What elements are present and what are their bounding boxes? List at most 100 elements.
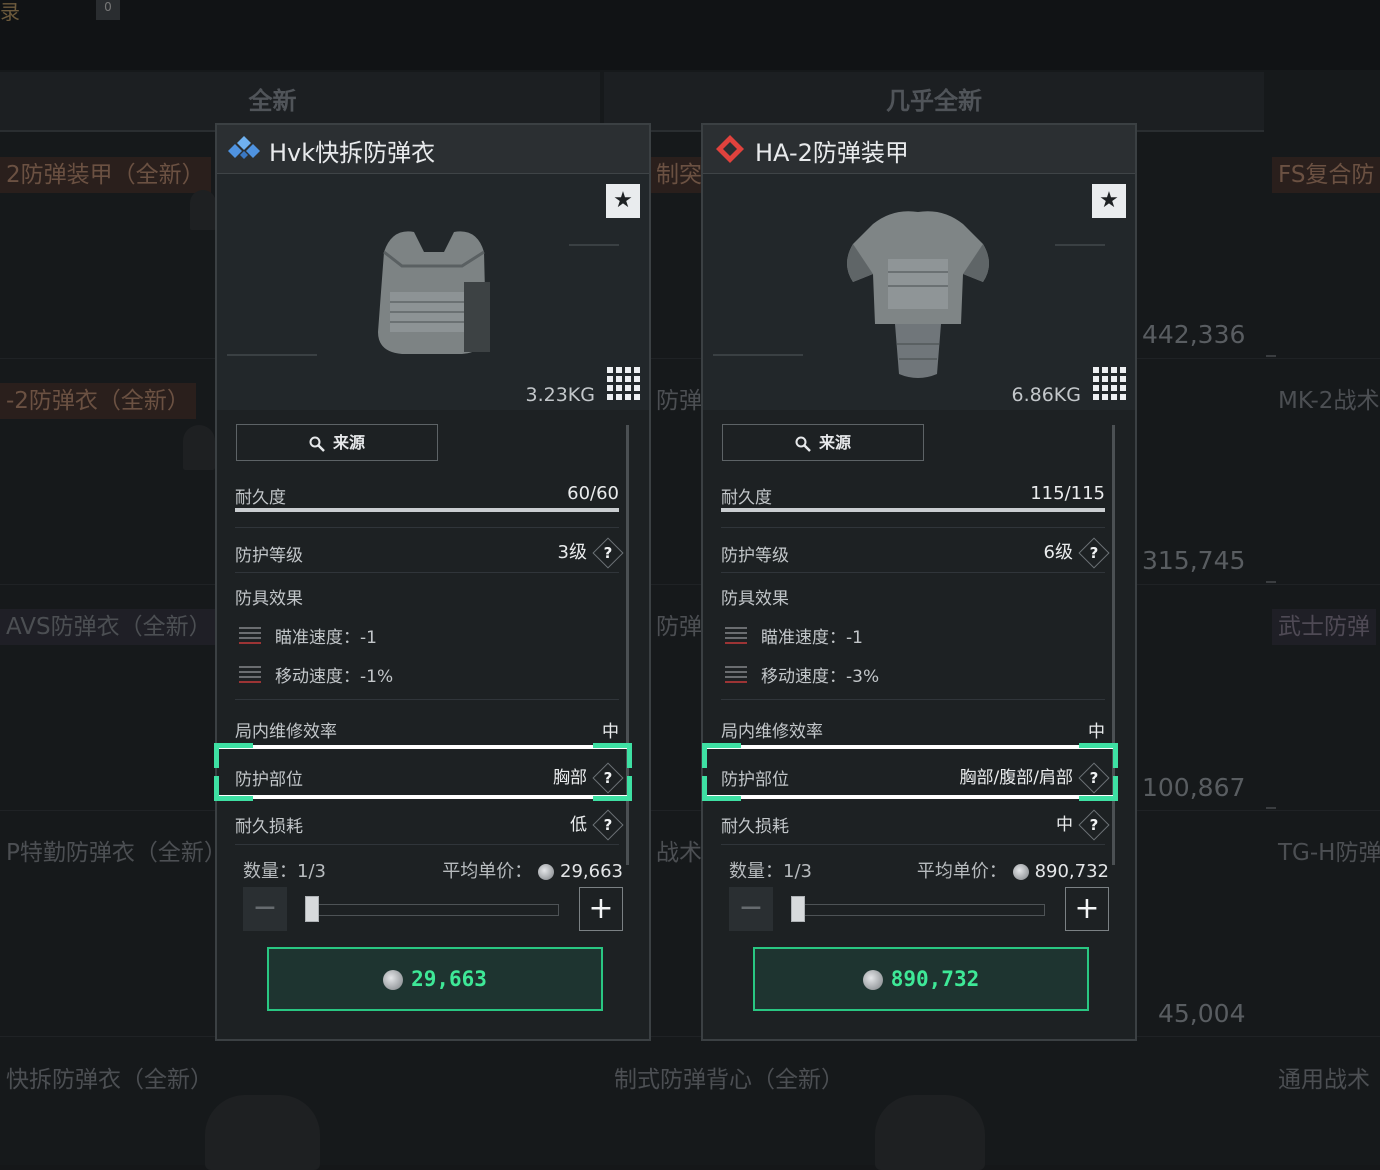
- source-button[interactable]: 来源: [722, 424, 924, 461]
- bg-item-label[interactable]: 战术: [650, 835, 702, 871]
- effect-aim-row: 瞄准速度：-1: [235, 623, 619, 648]
- debuff-icon: [725, 627, 747, 644]
- bg-item-label[interactable]: -2防弹衣（全新）: [0, 383, 196, 419]
- bg-item-label[interactable]: 武士防弹: [1272, 609, 1376, 645]
- shop-background: 录 0 全新 几乎全新 2防弹装甲（全新） -2防弹衣（全新） AVS防弹衣（全…: [0, 0, 1380, 1170]
- quantity-decrease-button[interactable]: −: [729, 887, 773, 931]
- debuff-icon: [725, 666, 747, 683]
- bg-item-label[interactable]: MK-2战术: [1272, 383, 1380, 419]
- quantity-slider[interactable]: [791, 904, 1045, 916]
- bg-item-label[interactable]: 快拆防弹衣（全新）: [0, 1062, 219, 1098]
- coin-icon: [383, 970, 404, 990]
- bg-price: 100,867: [1142, 773, 1246, 802]
- bg-item-label[interactable]: 制突击: [650, 157, 702, 193]
- buy-button[interactable]: 890,732: [753, 947, 1089, 1011]
- help-icon[interactable]: ?: [1078, 762, 1110, 794]
- protection-level-value: 3级: [557, 542, 587, 563]
- protection-level-value-wrap: 3级?: [557, 537, 624, 569]
- quantity-slider-thumb[interactable]: [305, 896, 319, 922]
- card-title-bar: Hvk快拆防弹衣: [217, 125, 649, 174]
- red-diamond-icon: [716, 135, 744, 163]
- divider: [721, 844, 1105, 845]
- top-bar-label: 录: [0, 0, 20, 24]
- item-weight: 3.23KG: [525, 384, 596, 406]
- effects-label: 防具效果: [721, 589, 789, 609]
- effect-move-row: 移动速度：-3%: [721, 662, 1105, 687]
- protection-area-row: 防护部位 胸部?: [235, 762, 624, 794]
- top-bar-badge: 0: [96, 0, 120, 20]
- protection-level-label: 防护等级: [235, 546, 303, 566]
- protection-level-row: 防护等级 6级?: [721, 537, 1110, 569]
- blue-diamonds-icon: [228, 136, 260, 159]
- favorite-star-button[interactable]: ★: [606, 184, 640, 218]
- help-icon[interactable]: ?: [592, 537, 624, 569]
- debuff-icon: [239, 666, 261, 683]
- effect-aim-text: 瞄准速度：-1: [275, 628, 377, 648]
- quantity-increase-button[interactable]: +: [1065, 887, 1109, 931]
- bg-item-label[interactable]: P特勤防弹衣（全新）: [0, 835, 233, 871]
- buy-price: 890,732: [890, 967, 980, 991]
- repair-label: 局内维修效率: [721, 722, 823, 742]
- divider: [235, 527, 619, 528]
- item-weight: 6.86KG: [1011, 384, 1082, 406]
- debuff-icon: [239, 627, 261, 644]
- divider: [713, 354, 803, 356]
- help-icon[interactable]: ?: [1078, 537, 1110, 569]
- protection-level-label: 防护等级: [721, 546, 789, 566]
- quantity-label: 数量：1/3: [243, 861, 326, 882]
- avg-price-value: 890,732: [1034, 861, 1109, 882]
- bg-item-label[interactable]: TG-H防弹: [1272, 835, 1380, 871]
- protection-area-row: 防护部位 胸部/腹部/肩部?: [721, 762, 1110, 794]
- row-divider: [0, 810, 1380, 811]
- buy-price: 29,663: [411, 967, 487, 991]
- protection-area-value-wrap: 胸部/腹部/肩部?: [959, 762, 1110, 794]
- durability-value: 60/60: [567, 483, 619, 504]
- item-image-area: [217, 174, 649, 410]
- help-icon[interactable]: ?: [592, 809, 624, 841]
- bg-item-label[interactable]: 2防弹装甲（全新）: [0, 157, 211, 193]
- top-bar: 录 0: [0, 0, 1380, 70]
- avg-price-label: 平均单价：: [442, 861, 533, 882]
- quantity-slider[interactable]: [305, 904, 559, 916]
- row-divider: [0, 358, 1380, 359]
- buy-button[interactable]: 29,663: [267, 947, 603, 1011]
- bg-item-label[interactable]: AVS防弹衣（全新）: [0, 609, 218, 645]
- bg-item-label[interactable]: 防弹: [650, 383, 702, 419]
- bg-item-label[interactable]: FS复合防: [1272, 157, 1380, 193]
- vest-thumbnail: [875, 1095, 985, 1170]
- quantity-slider-thumb[interactable]: [791, 896, 805, 922]
- bg-item-label[interactable]: 防弹: [650, 609, 702, 645]
- help-icon[interactable]: ?: [592, 762, 624, 794]
- divider: [1266, 355, 1276, 357]
- divider: [235, 844, 619, 845]
- avg-price-label: 平均单价：: [916, 861, 1007, 882]
- bg-item-label[interactable]: 制式防弹背心（全新）: [608, 1062, 850, 1098]
- repair-label: 局内维修效率: [235, 722, 337, 742]
- source-label: 来源: [818, 433, 851, 452]
- protection-level-value: 6级: [1043, 542, 1073, 563]
- row-divider: [0, 584, 1380, 585]
- divider: [1055, 244, 1105, 246]
- effects-label: 防具效果: [235, 589, 303, 609]
- durability-label: 耐久度: [721, 488, 772, 508]
- quantity-decrease-button[interactable]: −: [243, 887, 287, 931]
- favorite-star-button[interactable]: ★: [1092, 184, 1126, 218]
- protection-area-value: 胸部/腹部/肩部: [959, 768, 1073, 788]
- protection-area-value: 胸部: [553, 768, 587, 788]
- avg-price-value: 29,663: [560, 861, 623, 882]
- item-name: HA-2防弹装甲: [755, 139, 909, 167]
- quantity-increase-button[interactable]: +: [579, 887, 623, 931]
- source-button[interactable]: 来源: [236, 424, 438, 461]
- grid-size-icon: [1093, 367, 1127, 401]
- divider: [1266, 581, 1276, 583]
- durability-label: 耐久度: [235, 488, 286, 508]
- vest-thumbnail: [205, 1095, 320, 1170]
- protection-area-label: 防护部位: [721, 770, 789, 790]
- vest-thumbnail: [190, 190, 216, 230]
- bg-item-label[interactable]: 通用战术: [1272, 1062, 1376, 1098]
- search-icon: [795, 436, 811, 452]
- source-label: 来源: [332, 433, 365, 452]
- protection-level-row: 防护等级 3级?: [235, 537, 624, 569]
- help-icon[interactable]: ?: [1078, 809, 1110, 841]
- durability-value: 115/115: [1030, 483, 1105, 504]
